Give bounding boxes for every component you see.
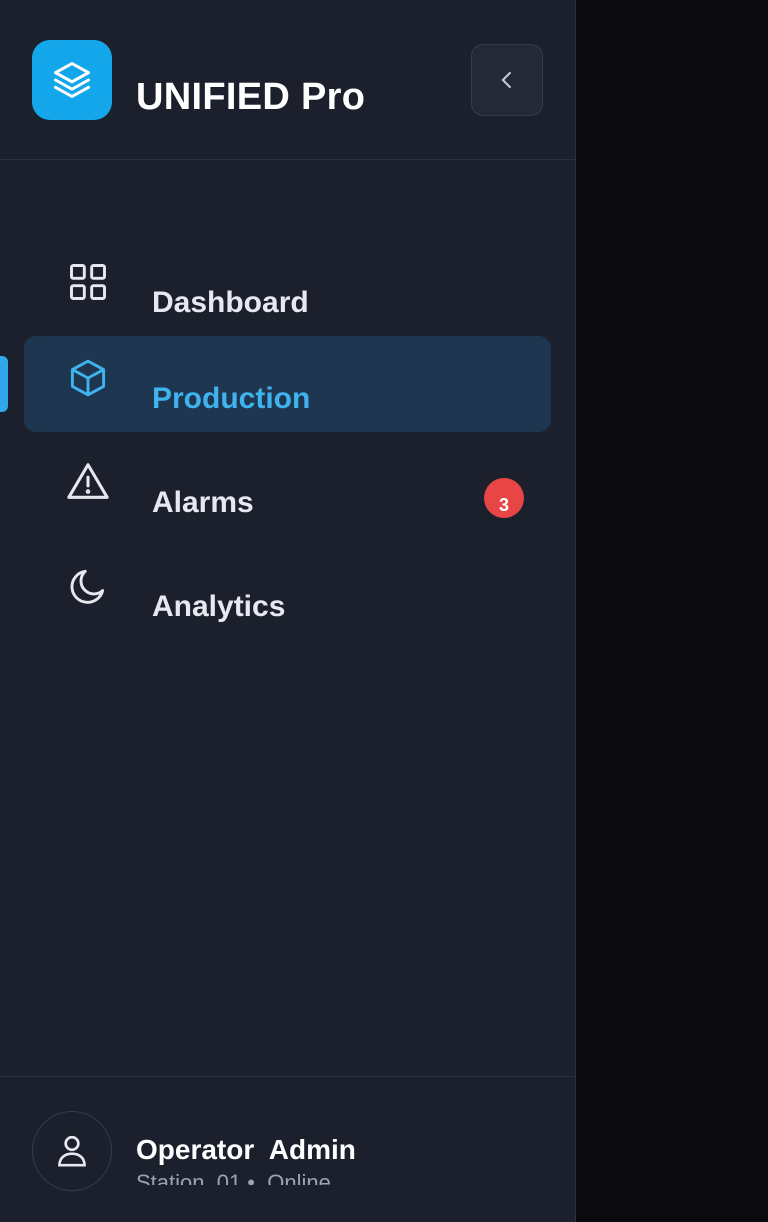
chevron-left-icon xyxy=(501,71,511,89)
user-info: Operator Admin Station 01 • Online xyxy=(136,1133,496,1185)
nav-item-alarms[interactable]: Alarms 3 xyxy=(24,440,551,536)
nav-item-label: Analytics xyxy=(152,590,286,623)
grid-icon xyxy=(64,258,112,306)
overlay-backdrop[interactable] xyxy=(577,0,768,1222)
nav-item-label: Production xyxy=(152,382,311,415)
nav-item-production[interactable]: Production xyxy=(24,336,551,432)
user-name: Operator Admin xyxy=(136,1134,356,1165)
user-status: Station 01 • Online xyxy=(136,1170,331,1185)
moon-icon xyxy=(64,562,112,610)
user-profile[interactable]: Operator Admin Station 01 • Online xyxy=(0,1076,576,1222)
warning-icon xyxy=(64,458,112,506)
active-indicator xyxy=(0,356,8,412)
sidebar-header: UNIFIED Pro xyxy=(0,0,576,160)
cube-icon xyxy=(64,354,112,402)
app-logo xyxy=(32,40,112,120)
alarm-count-badge: 3 xyxy=(484,478,524,518)
avatar xyxy=(32,1111,112,1191)
nav-item-label: Dashboard xyxy=(152,286,309,319)
nav-item-dashboard[interactable]: Dashboard xyxy=(24,240,551,336)
app-title: UNIFIED Pro xyxy=(136,76,366,118)
nav-item-analytics[interactable]: Analytics xyxy=(24,544,551,640)
collapse-sidebar-button[interactable] xyxy=(471,44,543,116)
user-icon xyxy=(58,1135,86,1167)
nav-item-label: Alarms xyxy=(152,486,254,519)
layers-icon xyxy=(54,62,90,98)
sidebar: UNIFIED Pro Dashboard Production Alarms … xyxy=(0,0,576,1222)
